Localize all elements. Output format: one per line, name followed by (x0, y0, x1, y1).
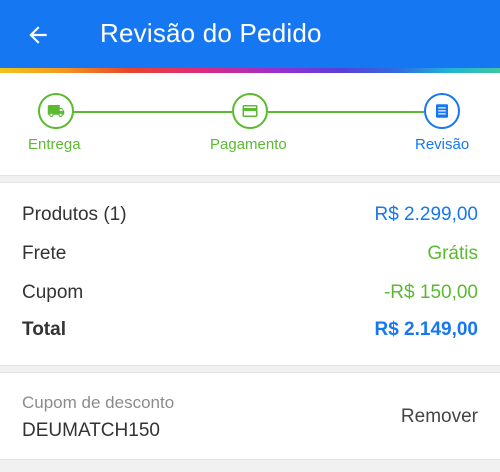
card-icon (242, 105, 258, 117)
coupon-field-label: Cupom de desconto (22, 393, 175, 412)
products-label: Produtos (1) (22, 204, 127, 225)
list-icon (436, 104, 448, 118)
coupon-code: DEUMATCH150 (22, 420, 160, 441)
step-label-entrega: Entrega (28, 136, 81, 153)
products-value: R$ 2.299,00 (374, 204, 478, 225)
step-entrega[interactable] (38, 93, 74, 129)
summary-row-shipping: Frete Grátis (22, 239, 478, 269)
coupon-summary-label: Cupom (22, 282, 84, 303)
back-button[interactable] (22, 19, 54, 51)
order-review-screen: Revisão do Pedido Entrega Pagamento Revi (0, 0, 500, 472)
summary-row-products: Produtos (1) R$ 2.299,00 (22, 200, 478, 230)
arrow-left-icon (29, 26, 47, 44)
shipping-value: Grátis (427, 243, 478, 264)
page-title: Revisão do Pedido (100, 18, 322, 48)
shipping-label: Frete (22, 243, 67, 264)
step-label-revisao: Revisão (415, 136, 470, 153)
step-revisao[interactable] (424, 93, 460, 129)
step-pagamento[interactable] (232, 93, 268, 129)
summary-row-coupon: Cupom -R$ 150,00 (22, 278, 478, 308)
checkout-stepper: Entrega Pagamento Revisão (0, 73, 500, 176)
remove-coupon-button[interactable]: Remover (401, 406, 478, 428)
total-value: R$ 2.149,00 (374, 319, 478, 340)
step-connector-1 (68, 111, 232, 113)
truck-icon (47, 105, 65, 117)
summary-row-total: Total R$ 2.149,00 (22, 315, 478, 345)
step-connector-2 (268, 111, 424, 113)
app-header: Revisão do Pedido (0, 0, 500, 68)
discount-coupon-card: Cupom de desconto DEUMATCH150 Remover (0, 372, 500, 460)
order-summary: Produtos (1) R$ 2.299,00 Frete Grátis Cu… (0, 182, 500, 366)
total-label: Total (22, 319, 66, 340)
step-label-pagamento: Pagamento (210, 136, 287, 153)
coupon-summary-value: -R$ 150,00 (383, 282, 478, 303)
